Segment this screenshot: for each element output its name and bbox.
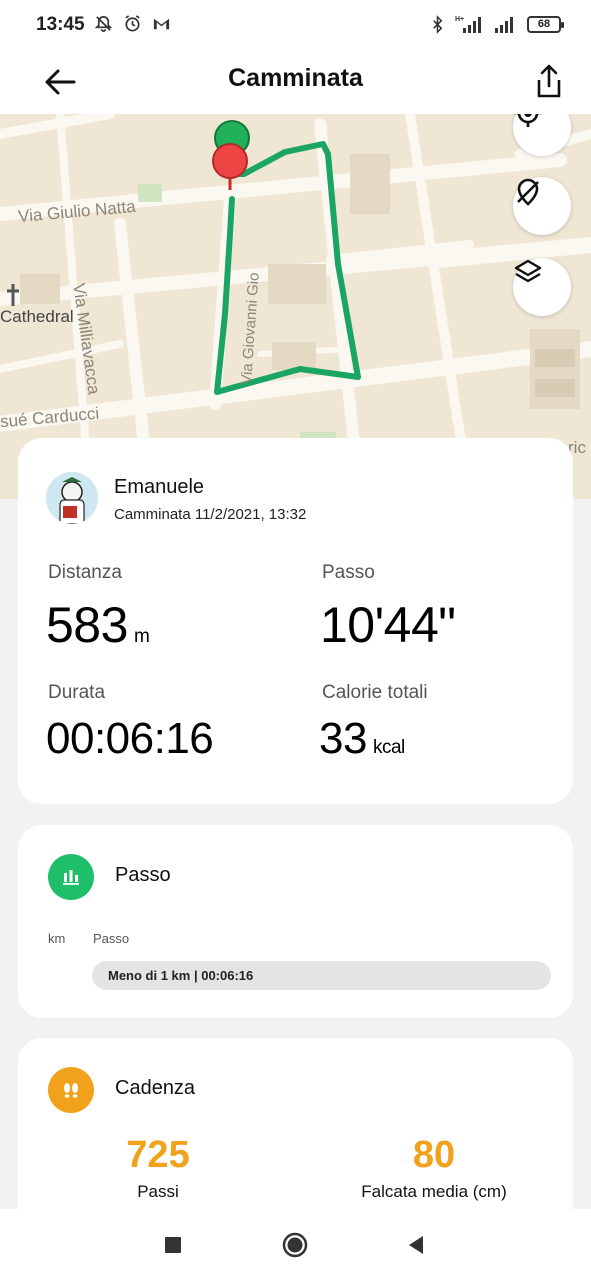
- hide-route-icon: [517, 178, 539, 206]
- pace-column-header: Passo: [93, 931, 130, 946]
- home-button[interactable]: [279, 1229, 311, 1261]
- share-icon[interactable]: [529, 62, 569, 102]
- calories-value: 33: [319, 714, 367, 763]
- avatar-image: [46, 472, 98, 524]
- steps-label: Passi: [137, 1182, 179, 1201]
- status-time: 13:45: [36, 14, 85, 35]
- cadence-card-title: Cadenza: [115, 1077, 196, 1099]
- status-notification-icons: [94, 14, 171, 33]
- gmail-icon: [153, 18, 170, 30]
- system-nav-bar: [0, 1209, 591, 1280]
- pace-card-title: Passo: [115, 864, 171, 886]
- distance-value: 583: [46, 597, 128, 653]
- duration-label: Durata: [48, 682, 106, 703]
- calories-label: Calorie totali: [322, 682, 428, 703]
- duration-value: 00:06:16: [46, 714, 214, 763]
- page-title: Camminata: [228, 64, 363, 92]
- pace-card-icon: [48, 854, 94, 900]
- user-name: Emanuele: [114, 476, 205, 498]
- distance-unit: m: [133, 626, 150, 647]
- activity-datetime: Camminata 11/2/2021, 13:32: [114, 506, 307, 523]
- steps-value: 725: [126, 1134, 190, 1176]
- calories-unit: kcal: [372, 737, 405, 758]
- signal-h-plus-icon: H+: [455, 16, 481, 33]
- stride-label: Falcata media (cm): [361, 1182, 507, 1201]
- bar-chart-icon: [63, 870, 79, 885]
- layers-icon: [514, 259, 542, 283]
- signal-icon: [495, 17, 513, 33]
- recents-button[interactable]: [157, 1229, 189, 1261]
- calories-stat: 33 kcal: [319, 714, 405, 764]
- footsteps-icon: [64, 1083, 78, 1098]
- pace-card: Passo km Passo Meno di 1 km | 00:06:16: [18, 825, 573, 1018]
- stride-value: 80: [412, 1134, 456, 1176]
- alarm-icon: [125, 15, 140, 32]
- pace-stat: 10'44": [320, 596, 456, 654]
- pace-label: Passo: [322, 562, 375, 583]
- cadence-card: Cadenza 725 Passi 80 Falcata media (cm): [18, 1038, 573, 1238]
- locate-icon: [514, 114, 542, 127]
- pace-split-bar: Meno di 1 km | 00:06:16: [92, 961, 551, 990]
- km-column-header: km: [48, 931, 66, 946]
- back-button[interactable]: [400, 1229, 432, 1261]
- battery-icon: 68: [527, 15, 564, 33]
- status-system-icons: H+ 68: [428, 14, 564, 34]
- distance-label: Distanza: [48, 562, 122, 583]
- cadence-card-icon: [48, 1067, 94, 1113]
- svg-text:H+: H+: [455, 16, 464, 23]
- pace-value: 10'44": [320, 597, 456, 653]
- layers-button[interactable]: [513, 258, 571, 316]
- activity-summary-card: Emanuele Camminata 11/2/2021, 13:32 Dist…: [18, 438, 573, 804]
- duration-stat: 00:06:16: [46, 714, 214, 764]
- end-marker: [212, 143, 248, 190]
- distance-stat: 583 m: [46, 596, 150, 654]
- app-bar: Camminata: [0, 52, 591, 114]
- map-label-place: Cathedral: [0, 307, 74, 326]
- status-bar: 13:45 H+ 68: [0, 0, 591, 52]
- bell-muted-icon: [94, 15, 113, 32]
- hide-route-button[interactable]: [513, 177, 571, 235]
- circle-home-icon: [282, 1232, 308, 1258]
- triangle-back-icon: [409, 1236, 423, 1254]
- bluetooth-icon: [433, 14, 443, 34]
- avatar[interactable]: [46, 472, 98, 524]
- square-icon: [165, 1237, 181, 1253]
